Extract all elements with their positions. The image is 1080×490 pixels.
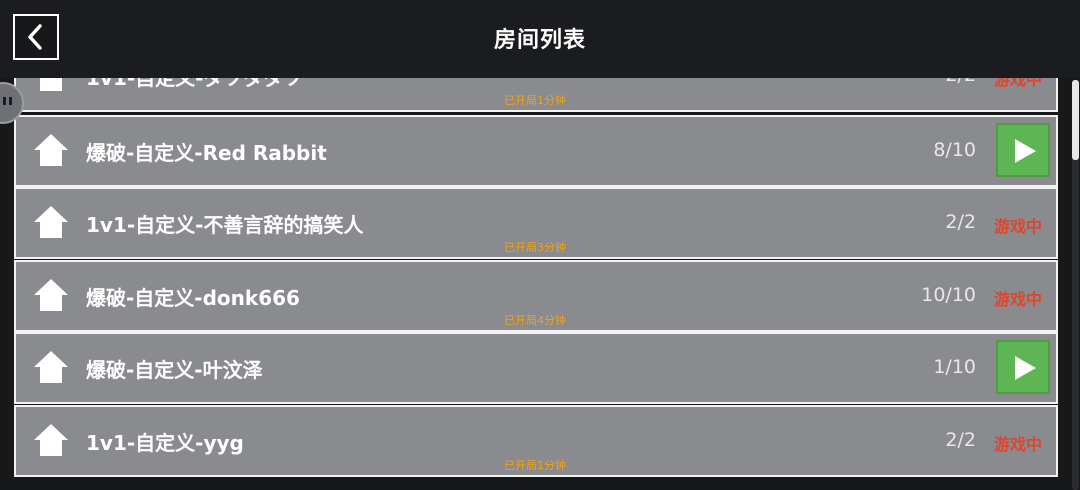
in-game-status: 游戏中 [993, 435, 1042, 454]
play-icon [1015, 139, 1036, 163]
elapsed-time: 已开局3分钟 [504, 241, 566, 254]
elapsed-time: 已开局1分钟 [504, 94, 566, 107]
player-count: 2/2 [945, 211, 976, 233]
room-row[interactable]: 1v1-自定义-不善言辞的搞笑人 2/2 游戏中 已开局3分钟 [14, 187, 1058, 259]
room-name: 1v1-自定义-不善言辞的搞笑人 [86, 213, 364, 237]
house-icon [32, 204, 70, 244]
in-game-status: 游戏中 [993, 217, 1042, 236]
house-icon [32, 422, 70, 462]
join-room-button[interactable] [996, 123, 1050, 177]
player-count: 2/2 [945, 429, 976, 451]
room-row[interactable]: 1v1-自定义-yyg 2/2 游戏中 已开局1分钟 [14, 405, 1058, 477]
top-bar: 房间列表 [0, 0, 1080, 78]
room-row[interactable]: 爆破-自定义-Red Rabbit 8/10 [14, 115, 1058, 187]
player-count: 8/10 [933, 139, 976, 161]
room-row[interactable]: 爆破-自定义-donk666 10/10 游戏中 已开局4分钟 [14, 260, 1058, 332]
play-icon [1015, 356, 1036, 380]
scrollbar-thumb[interactable] [1072, 80, 1079, 160]
room-list[interactable]: 1v1-自定义-ダソダダソ 2/2 游戏中 已开局1分钟 爆破-自定义-Red … [14, 40, 1058, 490]
join-room-button[interactable] [996, 340, 1050, 394]
player-count: 10/10 [921, 284, 976, 306]
room-name: 1v1-自定义-yyg [86, 431, 244, 455]
scrollbar[interactable] [1072, 80, 1079, 490]
elapsed-time: 已开局4分钟 [504, 314, 566, 327]
room-row[interactable]: 爆破-自定义-叶汶泽 1/10 [14, 332, 1058, 404]
room-name: 爆破-自定义-Red Rabbit [86, 141, 327, 165]
room-name: 爆破-自定义-donk666 [86, 286, 300, 310]
room-name: 爆破-自定义-叶汶泽 [86, 358, 263, 382]
player-count: 1/10 [933, 356, 976, 378]
house-icon [32, 132, 70, 172]
house-icon [32, 349, 70, 389]
in-game-status: 游戏中 [993, 290, 1042, 309]
elapsed-time: 已开局1分钟 [504, 459, 566, 472]
page-title: 房间列表 [493, 28, 586, 53]
house-icon [32, 277, 70, 317]
